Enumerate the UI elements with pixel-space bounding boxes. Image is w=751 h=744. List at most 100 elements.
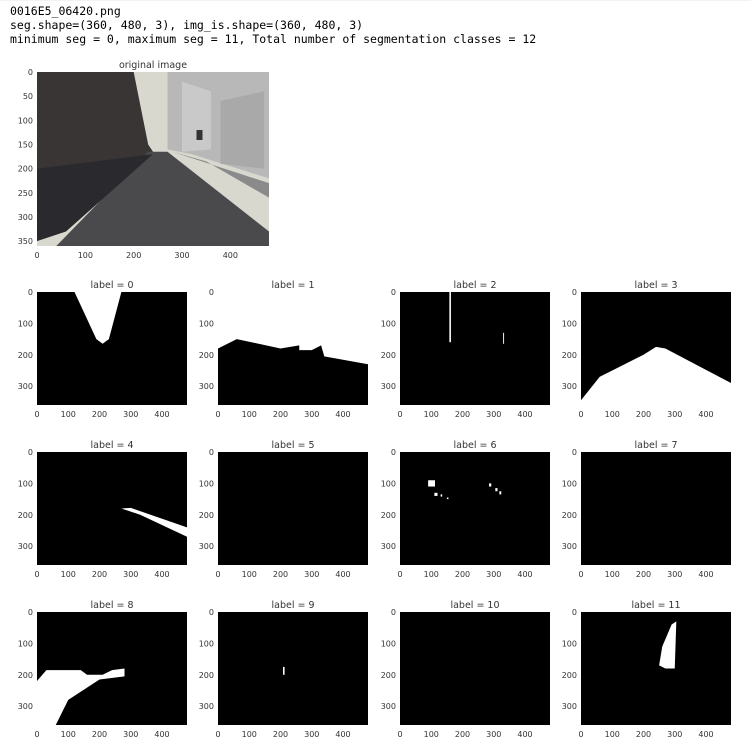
right-facade — [220, 91, 265, 169]
x-tick-label: 200 — [636, 410, 651, 419]
mask-foreground — [283, 666, 285, 675]
y-tick-label: 100 — [381, 319, 396, 328]
x-tick-label: 200 — [455, 410, 470, 419]
x-tick-label: 0 — [215, 410, 220, 419]
panel-title: label = 10 — [450, 600, 499, 611]
y-tick-label: 200 — [18, 511, 33, 520]
x-tick-label: 400 — [223, 251, 238, 260]
shop-sign — [196, 130, 203, 140]
y-tick-label: 300 — [562, 382, 577, 391]
y-tick-label: 100 — [18, 319, 33, 328]
x-tick-label: 0 — [578, 410, 583, 419]
x-tick-label: 300 — [667, 730, 682, 739]
y-tick-label: 300 — [199, 542, 214, 551]
x-tick-label: 400 — [698, 570, 713, 579]
y-tick-label: 300 — [199, 382, 214, 391]
panel-original: original image 0 100 200 300 400 0 50 100 150 200 2… — [18, 60, 269, 260]
panel-11: label = 11 0 100 200 300 400 0 100 200 300 — [562, 600, 731, 739]
y-tick-label: 0 — [28, 68, 33, 77]
y-tick-label: 200 — [562, 351, 577, 360]
x-tick-label: 100 — [242, 410, 257, 419]
x-tick-label: 300 — [123, 570, 138, 579]
mask-background — [581, 452, 731, 565]
panel-title: label = 4 — [90, 440, 133, 451]
x-tick-label: 100 — [605, 410, 620, 419]
mask-background — [400, 452, 550, 565]
y-tick-label: 200 — [381, 351, 396, 360]
x-tick-label: 300 — [486, 570, 501, 579]
x-tick-label: 100 — [424, 410, 439, 419]
panel-title: label = 5 — [271, 440, 314, 451]
x-tick-label: 300 — [486, 410, 501, 419]
y-tick-label: 300 — [18, 542, 33, 551]
y-tick-label: 200 — [562, 511, 577, 520]
y-tick-label: 100 — [18, 116, 33, 125]
x-tick-label: 0 — [34, 570, 39, 579]
panel-5: label = 5 0 100 200 300 400 0 100 200 300 — [199, 440, 368, 579]
x-tick-label: 400 — [698, 410, 713, 419]
x-tick-label: 400 — [154, 410, 169, 419]
y-tick-label: 0 — [391, 448, 396, 457]
panel-title: label = 11 — [631, 600, 680, 611]
x-tick-label: 200 — [92, 570, 107, 579]
x-tick-label: 300 — [174, 251, 189, 260]
x-tick-label: 0 — [34, 251, 39, 260]
x-tick-label: 400 — [517, 410, 532, 419]
white-building — [182, 81, 211, 152]
y-tick-label: 100 — [381, 639, 396, 648]
x-tick-label: 400 — [335, 410, 350, 419]
x-tick-label: 300 — [667, 410, 682, 419]
panel-4: label = 4 0 100 200 300 400 0 100 200 300 — [18, 440, 187, 579]
y-tick-label: 200 — [381, 671, 396, 680]
y-tick-label: 0 — [391, 288, 396, 297]
x-tick-label: 100 — [61, 730, 76, 739]
x-tick-label: 200 — [636, 570, 651, 579]
mask-region — [503, 332, 505, 344]
y-tick-label: 100 — [381, 479, 396, 488]
x-tick-label: 0 — [397, 570, 402, 579]
panel-8: label = 8 0 100 200 300 400 0 100 200 300 — [18, 600, 187, 739]
panel-title: label = 9 — [271, 600, 314, 611]
x-tick-label: 100 — [424, 570, 439, 579]
x-tick-label: 200 — [92, 730, 107, 739]
mask-background — [218, 452, 368, 565]
y-tick-label: 200 — [18, 671, 33, 680]
y-tick-label: 200 — [199, 671, 214, 680]
y-tick-label: 250 — [18, 189, 33, 198]
y-tick-label: 200 — [18, 165, 33, 174]
panel-9: label = 9 0 100 200 300 400 0 100 200 300 — [199, 600, 368, 739]
y-tick-label: 300 — [562, 542, 577, 551]
x-tick-label: 0 — [578, 730, 583, 739]
panel-6: label = 6 0 100 200 300 400 0 100 200 300 — [381, 440, 550, 579]
panel-title: label = 6 — [453, 440, 496, 451]
panel-10: label = 10 0 100 200 300 400 0 100 200 300 — [381, 600, 550, 739]
y-tick-label: 200 — [199, 351, 214, 360]
x-tick-label: 0 — [215, 730, 220, 739]
x-tick-label: 0 — [397, 730, 402, 739]
x-tick-label: 400 — [154, 570, 169, 579]
mask-region — [434, 492, 438, 496]
x-tick-label: 0 — [215, 570, 220, 579]
mask-background — [37, 452, 187, 565]
x-tick-label: 400 — [335, 570, 350, 579]
mask-region — [446, 497, 449, 500]
x-tick-label: 100 — [61, 570, 76, 579]
y-tick-label: 100 — [199, 319, 214, 328]
y-tick-label: 200 — [562, 671, 577, 680]
x-tick-label: 0 — [397, 410, 402, 419]
y-tick-label: 0 — [572, 448, 577, 457]
panel-title: label = 8 — [90, 600, 133, 611]
x-tick-label: 100 — [78, 251, 93, 260]
mask-region — [499, 491, 502, 495]
y-tick-label: 150 — [18, 141, 33, 150]
x-tick-label: 400 — [517, 570, 532, 579]
x-tick-label: 200 — [92, 410, 107, 419]
original-image — [37, 72, 269, 246]
mask-region — [449, 292, 451, 343]
y-tick-label: 0 — [28, 608, 33, 617]
panel-title: label = 3 — [634, 280, 677, 291]
y-tick-label: 200 — [381, 511, 396, 520]
mask-region — [495, 488, 498, 492]
y-tick-label: 100 — [562, 639, 577, 648]
panel-title: original image — [119, 60, 187, 71]
